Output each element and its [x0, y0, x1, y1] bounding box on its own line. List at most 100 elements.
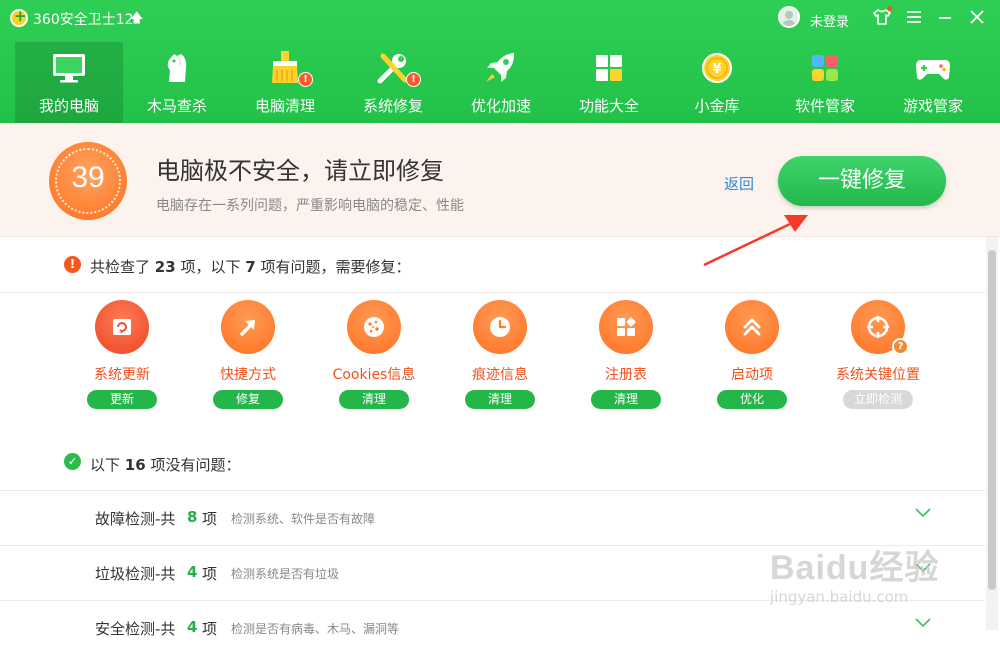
category-unit: 项: [202, 565, 218, 583]
problems-heading: 共检查了 23 项，以下 7 项有问题，需要修复：: [90, 258, 411, 276]
issue-item[interactable]: 痕迹信息 清理: [445, 300, 555, 415]
nav-item-trojan-scan[interactable]: 木马查杀: [123, 42, 231, 123]
nav-item-software[interactable]: 软件管家: [771, 42, 879, 123]
nav-badge: !: [298, 72, 313, 87]
update-button[interactable]: 更新: [87, 390, 157, 409]
total-checked-count: 23: [154, 258, 176, 276]
category-row[interactable]: 故障检测-共 8 项 检测系统、软件是否有故障: [0, 490, 985, 545]
category-desc: 检测系统是否有垃圾: [231, 567, 340, 581]
close-icon[interactable]: [968, 7, 986, 32]
nav-label: 小金库: [694, 97, 740, 115]
scrollbar-thumb[interactable]: [988, 250, 996, 590]
ok-count: 16: [124, 456, 146, 474]
app-header: 360安全卫士12 🡅 未登录 我的电脑: [0, 0, 1000, 123]
cookie-icon: [347, 300, 401, 354]
issue-item[interactable]: ? 系统关键位置 立即检测: [823, 300, 933, 415]
category-count: 4: [187, 618, 198, 636]
nav-item-system-repair[interactable]: ! 系统修复: [339, 42, 447, 123]
nav-label: 系统修复: [362, 97, 423, 115]
security-score-badge: 39: [49, 142, 127, 220]
security-score: 39: [71, 161, 105, 194]
nav-label: 游戏管家: [902, 97, 963, 115]
nav-item-my-computer[interactable]: 我的电脑: [15, 42, 123, 123]
category-desc: 检测系统、软件是否有故障: [231, 512, 376, 526]
one-click-fix-button[interactable]: 一键修复: [778, 156, 946, 206]
nav-badge: !: [406, 72, 421, 87]
security-alert-banner: 39 电脑极不安全，请立即修复 电脑存在一系列问题，严重影响电脑的稳定、性能 返…: [0, 123, 1000, 237]
divider: [0, 292, 985, 293]
app-title: 360安全卫士12: [33, 12, 134, 28]
issue-item[interactable]: 系统更新 更新: [67, 300, 177, 415]
coin-icon: ¥: [702, 53, 732, 83]
svg-text:¥: ¥: [712, 62, 721, 77]
clean-button[interactable]: 清理: [591, 390, 661, 409]
question-badge-icon: ?: [892, 338, 909, 355]
nav-item-features[interactable]: 功能大全: [555, 42, 663, 123]
issue-label: 系统关键位置: [836, 367, 920, 383]
detect-now-button[interactable]: 立即检测: [843, 390, 913, 409]
category-desc: 检测是否有病毒、木马、漏洞等: [231, 622, 400, 636]
repair-button[interactable]: 修复: [213, 390, 283, 409]
minimize-icon[interactable]: [936, 7, 954, 32]
clean-button[interactable]: 清理: [339, 390, 409, 409]
issue-item[interactable]: 注册表 清理: [571, 300, 681, 415]
baidu-watermark: Baidu经验: [770, 549, 940, 587]
double-chevron-up-icon: [725, 300, 779, 354]
category-count: 8: [187, 508, 198, 526]
registry-icon: [599, 300, 653, 354]
title-bar: 360安全卫士12 🡅 未登录: [0, 0, 1000, 36]
nav-label: 木马查杀: [146, 97, 207, 115]
issue-label: Cookies信息: [332, 367, 416, 383]
back-link[interactable]: 返回: [724, 173, 754, 194]
category-row[interactable]: 安全检测-共 4 项 检测是否有病毒、木马、漏洞等: [0, 600, 985, 655]
check-icon: ✓: [64, 453, 81, 470]
nav-label: 功能大全: [578, 97, 639, 115]
upgrade-arrow-icon[interactable]: 🡅: [130, 9, 143, 31]
nav-label: 优化加速: [470, 97, 531, 115]
nav-label: 电脑清理: [254, 97, 315, 115]
issue-label: 注册表: [605, 367, 647, 383]
issue-label: 痕迹信息: [472, 367, 528, 383]
issue-item[interactable]: 启动项 优化: [697, 300, 807, 415]
avatar[interactable]: [778, 6, 800, 28]
rocket-icon: [486, 53, 515, 82]
category-name: 垃圾检测-共: [95, 565, 176, 583]
nav-item-games[interactable]: 游戏管家: [879, 42, 987, 123]
apps-icon: [812, 55, 838, 81]
clean-button[interactable]: 清理: [465, 390, 535, 409]
issue-count: 7: [245, 258, 256, 276]
notification-dot: [887, 6, 892, 11]
banner-title: 电脑极不安全，请立即修复: [156, 157, 444, 185]
login-link[interactable]: 未登录: [810, 11, 849, 30]
chevron-down-icon[interactable]: [915, 508, 931, 518]
category-unit: 项: [202, 620, 218, 638]
shortcut-arrow-icon: [221, 300, 275, 354]
banner-subtitle: 电脑存在一系列问题，严重影响电脑的稳定、性能: [156, 198, 464, 214]
nav-item-vault[interactable]: ¥ 小金库: [663, 42, 771, 123]
nav-item-speedup[interactable]: 优化加速: [447, 42, 555, 123]
issue-label: 启动项: [731, 367, 773, 383]
gamepad-icon: [916, 60, 950, 80]
horse-icon: [167, 54, 187, 82]
menu-icon[interactable]: [905, 7, 923, 32]
issue-item[interactable]: Cookies信息 清理: [319, 300, 429, 415]
category-name: 安全检测-共: [95, 620, 176, 638]
clock-icon: [473, 300, 527, 354]
warning-icon: !: [64, 256, 81, 273]
nav-label: 我的电脑: [38, 97, 99, 115]
app-logo-icon: [10, 7, 28, 27]
monitor-icon: [53, 54, 85, 83]
grid-icon: [596, 55, 622, 81]
category-count: 4: [187, 563, 198, 581]
main-nav: 我的电脑 木马查杀 ! 电脑清理 ! 系统修复 优化加速 功能大全 ¥ 小金库 …: [15, 42, 989, 123]
nav-item-cleanup[interactable]: ! 电脑清理: [231, 42, 339, 123]
issue-label: 快捷方式: [220, 367, 276, 383]
ok-heading: 以下 16 项没有问题：: [90, 456, 241, 474]
issue-item[interactable]: 快捷方式 修复: [193, 300, 303, 415]
chevron-down-icon[interactable]: [915, 618, 931, 628]
category-unit: 项: [202, 510, 218, 528]
baidu-watermark-url: jingyan.baidu.com: [770, 588, 909, 606]
category-name: 故障检测-共: [95, 510, 176, 528]
nav-label: 软件管家: [794, 97, 855, 115]
optimize-button[interactable]: 优化: [717, 390, 787, 409]
